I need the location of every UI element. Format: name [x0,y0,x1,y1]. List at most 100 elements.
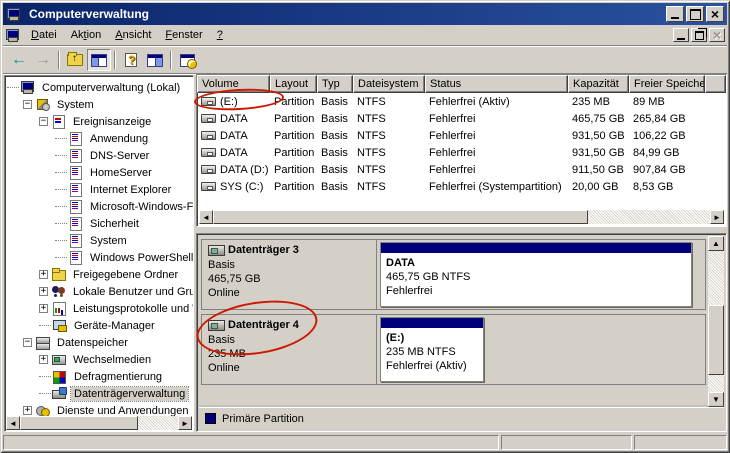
volume-row[interactable]: DATAPartitionBasisNTFSFehlerfrei465,75 G… [197,110,726,127]
tree-item-lokale-benutzer-und-grup[interactable]: +Lokale Benutzer und Grup [7,283,193,300]
close-button[interactable] [706,6,724,22]
tree-item-freigegebene-ordner[interactable]: +Freigegebene Ordner [7,266,193,283]
partition-box[interactable]: (E:)235 MB NTFSFehlerfrei (Aktiv) [380,317,484,382]
disk-header[interactable]: Datenträger 3Basis465,75 GBOnline [202,240,377,309]
tree-item-ger-te-manager[interactable]: Geräte-Manager [7,317,193,334]
tree-item-windows-powershell[interactable]: Windows PowerShell [7,249,193,266]
customize-button[interactable] [175,49,199,71]
partition-type-bar [381,318,483,330]
scrollbar-thumb[interactable] [213,210,588,224]
scroll-left-icon[interactable]: ◄ [6,416,20,430]
partition-label: DATA [386,256,686,270]
tree-item-label: Defragmentierung [71,370,165,384]
titlebar[interactable]: Computerverwaltung [3,3,727,25]
scroll-down-icon[interactable]: ▼ [708,392,724,407]
collapse-icon[interactable]: − [23,338,32,347]
tree-item-datentr-gerverwaltung[interactable]: Datenträgerverwaltung [7,385,193,402]
cell: Fehlerfrei [425,147,568,159]
column-header-extra[interactable] [705,75,726,93]
menu-ansicht[interactable]: Ansicht [108,27,158,43]
scroll-left-icon[interactable]: ◄ [199,210,213,224]
disk-group-3: Datenträger 3Basis465,75 GBOnlineDATA465… [201,239,706,310]
tree-item-dns-server[interactable]: DNS-Server [7,147,193,164]
minimize-button[interactable] [666,6,684,22]
help-topics-button[interactable] [119,49,143,71]
tree-item-sicherheit[interactable]: Sicherheit [7,215,193,232]
tree-item-leistungsprotokolle-und-w[interactable]: +Leistungsprotokolle und W [7,300,193,317]
column-header-status[interactable]: Status [425,75,568,93]
tree-item-computerverwaltung-lokal-[interactable]: Computerverwaltung (Lokal) [7,79,193,96]
scrollbar-track[interactable] [708,251,724,305]
console-restore-button[interactable] [691,28,707,42]
volume-name-cell: (E:) [197,96,270,108]
volume-list-horizontal-scrollbar[interactable]: ◄ ► [199,210,724,224]
menu-aktion[interactable]: Aktion [64,27,109,43]
column-header-typ[interactable]: Typ [317,75,353,93]
expand-icon[interactable]: + [39,304,48,313]
tree-item-system[interactable]: System [7,232,193,249]
cell: NTFS [353,147,425,159]
tree-item-datenspeicher[interactable]: −Datenspeicher [7,334,193,351]
disk-header[interactable]: Datenträger 4Basis235 MBOnline [202,315,377,384]
show-action-pane-button[interactable] [143,49,167,71]
console-minimize-button[interactable] [673,28,689,42]
column-header-freier-speicher[interactable]: Freier Speicher [629,75,705,93]
partition-box[interactable]: DATA465,75 GB NTFSFehlerfrei [380,242,692,307]
scrollbar-track[interactable] [588,210,710,224]
tree-connector [39,376,51,377]
scrollbar-track[interactable] [708,375,724,392]
tree-item-label: System [54,98,97,112]
up-one-level-button[interactable] [63,49,87,71]
scroll-right-icon[interactable]: ► [710,210,724,224]
volume-row[interactable]: SYS (C:)PartitionBasisNTFSFehlerfrei (Sy… [197,178,726,195]
cell: Basis [317,130,353,142]
tree-item-internet-explorer[interactable]: Internet Explorer [7,181,193,198]
toolbar-separator [114,51,116,69]
tree-item-microsoft-windows-f[interactable]: Microsoft-Windows-F [7,198,193,215]
tree-item-homeserver[interactable]: HomeServer [7,164,193,181]
collapse-icon[interactable]: − [23,100,32,109]
console-system-icon[interactable] [5,29,20,42]
expand-icon[interactable]: + [23,406,32,415]
maximize-button[interactable] [686,6,704,22]
volume-row[interactable]: (E:)PartitionBasisNTFSFehlerfrei (Aktiv)… [197,93,726,110]
volume-row[interactable]: DATAPartitionBasisNTFSFehlerfrei931,50 G… [197,127,726,144]
cell: 84,99 GB [629,147,705,159]
tree-item-label: HomeServer [87,166,155,180]
tree-connector [7,87,19,88]
expand-icon[interactable]: + [39,287,48,296]
menu-datei[interactable]: Datei [24,27,64,43]
disk-vertical-scrollbar[interactable]: ▲ ▼ [708,236,724,407]
tree-item-system[interactable]: − System [7,96,193,113]
volume-row[interactable]: DATAPartitionBasisNTFSFehlerfrei931,50 G… [197,144,726,161]
computer-management-window: Computerverwaltung DateiAktionAnsichtFen… [0,0,730,453]
scrollbar-thumb[interactable] [708,305,724,375]
column-header-dateisystem[interactable]: Dateisystem [353,75,425,93]
collapse-icon[interactable]: − [39,117,48,126]
column-header-kapazit-t[interactable]: Kapazität [568,75,629,93]
menu-?[interactable]: ? [210,27,230,43]
tree-horizontal-scrollbar[interactable]: ◄ ► [6,416,192,430]
scrollbar-track[interactable] [138,416,178,430]
column-header-layout[interactable]: Layout [270,75,317,93]
menu-fenster[interactable]: Fenster [158,27,209,43]
expand-icon[interactable]: + [39,355,48,364]
tree-item-anwendung[interactable]: Anwendung [7,130,193,147]
device-manager-icon [52,319,67,332]
disk-mgmt-icon [52,387,67,400]
scrollbar-thumb[interactable] [20,416,138,430]
scroll-right-icon[interactable]: ► [178,416,192,430]
tree-item-wechselmedien[interactable]: +Wechselmedien [7,351,193,368]
toolbar-separator [170,51,172,69]
log-icon [68,200,83,213]
column-header-volume[interactable]: Volume [197,75,270,93]
volume-row[interactable]: DATA (D:)PartitionBasisNTFSFehlerfrei911… [197,161,726,178]
disk-icon [208,245,225,256]
show-console-tree-button[interactable] [87,49,111,71]
back-button[interactable]: ← [7,49,31,71]
tree-item-defragmentierung[interactable]: Defragmentierung [7,368,193,385]
scroll-up-icon[interactable]: ▲ [708,236,724,251]
tree-item-ereignisanzeige[interactable]: −Ereignisanzeige [7,113,193,130]
status-panel [634,435,727,450]
expand-icon[interactable]: + [39,270,48,279]
